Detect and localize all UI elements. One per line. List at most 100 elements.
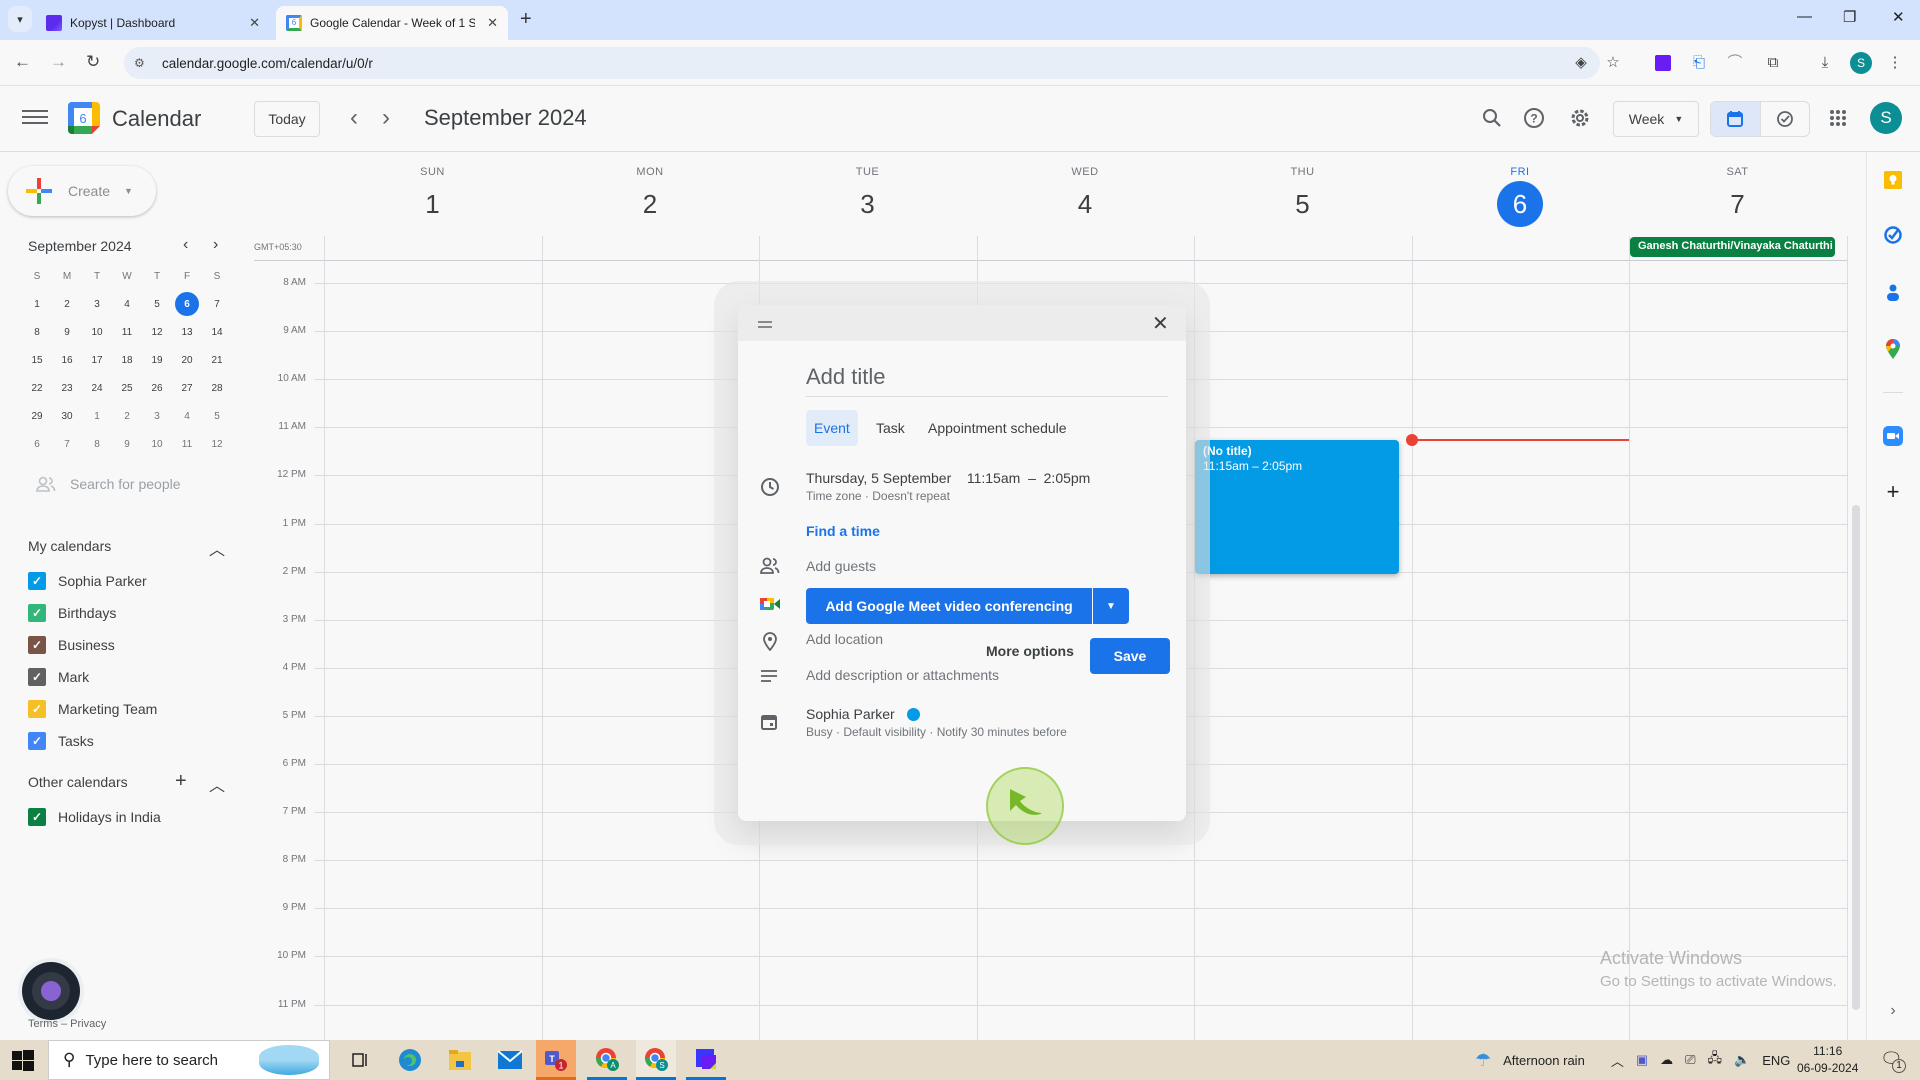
profile-avatar[interactable]: S <box>1850 52 1872 74</box>
extension-arc-icon[interactable]: ⌒ <box>1724 52 1746 74</box>
tasks-icon[interactable] <box>1882 224 1904 246</box>
day-number[interactable]: 3 <box>860 189 874 220</box>
close-dialog-icon[interactable]: ✕ <box>1152 311 1169 336</box>
calendar-item[interactable]: ✓ Mark <box>28 668 89 686</box>
address-bar[interactable]: ⚙ calendar.google.com/calendar/u/0/r <box>124 47 1600 79</box>
checkbox-checked-icon[interactable]: ✓ <box>28 808 46 826</box>
add-description-field[interactable]: Add description or attachments <box>806 667 999 683</box>
chrome-profile-a-icon[interactable]: A <box>587 1040 627 1080</box>
date-time-row[interactable]: Thursday, 5 September 11:15am – 2:05pm T… <box>806 470 1090 503</box>
restore-icon[interactable]: ❐ <box>1843 8 1856 26</box>
people-search[interactable]: Search for people <box>36 476 181 492</box>
help-icon[interactable]: ? <box>1520 104 1548 132</box>
kopyst-extension-icon[interactable] <box>1652 52 1674 74</box>
grid-scrollbar[interactable] <box>1852 505 1860 1010</box>
all-day-event-holiday[interactable]: Ganesh Chaturthi/Vinayaka Chaturthi <box>1630 237 1835 257</box>
zoom-icon[interactable] <box>1882 425 1904 447</box>
mini-day[interactable]: 2 <box>112 411 142 422</box>
day-number[interactable]: 6 <box>1497 181 1543 227</box>
onedrive-cloud-icon[interactable]: ☁ <box>1660 1052 1673 1068</box>
mini-day[interactable]: 6 <box>22 439 52 450</box>
back-icon[interactable]: ← <box>14 52 31 72</box>
account-avatar[interactable]: S <box>1870 102 1902 134</box>
mini-day[interactable]: 30 <box>52 411 82 422</box>
calendar-item[interactable]: ✓ Marketing Team <box>28 700 157 718</box>
windows-start-icon[interactable] <box>12 1050 34 1077</box>
calendar-owner-row[interactable]: Sophia Parker Busy · Default visibility … <box>806 706 1067 739</box>
timezone-repeat-text[interactable]: Time zone · Doesn't repeat <box>806 489 1090 503</box>
search-icon[interactable] <box>1478 104 1506 132</box>
taskbar-search-box[interactable]: ⚲ Type here to search <box>48 1040 330 1080</box>
checkbox-checked-icon[interactable]: ✓ <box>28 636 46 654</box>
my-calendars-heading[interactable]: My calendars <box>28 538 111 554</box>
task-view-icon[interactable] <box>340 1040 380 1080</box>
taskbar-clock[interactable]: 11:16 06-09-2024 <box>1797 1043 1858 1077</box>
calendar-item[interactable]: ✓ Sophia Parker <box>28 572 147 590</box>
checkbox-checked-icon[interactable]: ✓ <box>28 668 46 686</box>
browser-tab-kopyst[interactable]: Kopyst | Dashboard ✕ <box>36 6 270 40</box>
mini-prev-month-icon[interactable]: ‹ <box>183 236 188 254</box>
calendar-item[interactable]: ✓ Business <box>28 636 115 654</box>
mini-day[interactable]: 1 <box>22 299 52 310</box>
day-header-thu[interactable]: THU 5 <box>1194 166 1411 226</box>
checkbox-checked-icon[interactable]: ✓ <box>28 732 46 750</box>
mini-day[interactable]: 25 <box>112 383 142 394</box>
settings-gear-icon[interactable] <box>1566 104 1594 132</box>
close-tab-icon[interactable]: ✕ <box>487 15 498 31</box>
mini-day[interactable]: 1 <box>82 411 112 422</box>
google-apps-icon[interactable] <box>1824 104 1852 132</box>
mini-day[interactable]: 26 <box>142 383 172 394</box>
mini-day[interactable]: 15 <box>22 355 52 366</box>
mini-day[interactable]: 2 <box>52 299 82 310</box>
mini-day[interactable]: 5 <box>142 299 172 310</box>
kopyst-taskbar-icon[interactable] <box>686 1040 726 1080</box>
minimize-icon[interactable]: — <box>1797 8 1812 25</box>
calendar-item[interactable]: ✓ Holidays in India <box>28 808 161 826</box>
show-hidden-icons-chevron-icon[interactable]: ︿ <box>1611 1051 1624 1070</box>
mini-day[interactable]: 23 <box>52 383 82 394</box>
save-button[interactable]: Save <box>1090 638 1170 674</box>
mini-day[interactable]: 21 <box>202 355 232 366</box>
teams-tray-icon[interactable]: ▣ <box>1636 1052 1648 1068</box>
mini-day[interactable]: 11 <box>172 439 202 450</box>
day-number[interactable]: 2 <box>643 189 657 220</box>
day-header-wed[interactable]: WED 4 <box>977 166 1194 226</box>
collapse-other-calendars-icon[interactable]: ︿ <box>209 772 225 796</box>
tab-event[interactable]: Event <box>806 410 858 446</box>
expand-side-panel-icon[interactable]: › <box>1882 1000 1904 1022</box>
edge-icon[interactable] <box>390 1040 430 1080</box>
input-language[interactable]: ENG <box>1762 1053 1790 1068</box>
mini-day[interactable]: 8 <box>82 439 112 450</box>
contacts-icon[interactable] <box>1882 281 1904 303</box>
mini-day[interactable]: 9 <box>112 439 142 450</box>
mini-next-month-icon[interactable]: › <box>213 236 218 254</box>
volume-icon[interactable]: 🔈 <box>1734 1052 1750 1068</box>
mini-day[interactable]: 24 <box>82 383 112 394</box>
mini-day[interactable]: 3 <box>142 411 172 422</box>
mini-day[interactable]: 9 <box>52 327 82 338</box>
meet-now-icon[interactable]: ⎚ <box>1685 1052 1695 1068</box>
mini-day[interactable]: 18 <box>112 355 142 366</box>
day-number[interactable]: 1 <box>425 189 439 220</box>
mini-day[interactable]: 10 <box>142 439 172 450</box>
network-icon[interactable]: 🖧 <box>1708 1049 1723 1071</box>
mini-day[interactable]: 12 <box>142 327 172 338</box>
mail-icon[interactable] <box>490 1040 530 1080</box>
view-selector[interactable]: Week ▼ <box>1613 101 1699 137</box>
notifications-icon[interactable]: 🗨 1 <box>1880 1049 1906 1073</box>
browser-tab-calendar[interactable]: 6 Google Calendar - Week of 1 Se ✕ <box>276 6 508 40</box>
day-header-tue[interactable]: TUE 3 <box>759 166 976 226</box>
browser-menu-icon[interactable]: ⋮ <box>1884 52 1906 74</box>
day-header-sat[interactable]: SAT 7 <box>1629 166 1846 226</box>
file-explorer-icon[interactable] <box>440 1040 480 1080</box>
more-options-button[interactable]: More options <box>986 643 1074 659</box>
add-guests-field[interactable]: Add guests <box>806 558 876 574</box>
calendar-item[interactable]: ✓ Birthdays <box>28 604 116 622</box>
download-icon[interactable]: ⤓ <box>1814 52 1836 74</box>
maps-icon[interactable] <box>1882 338 1904 360</box>
main-menu-icon[interactable] <box>22 106 48 128</box>
mini-day[interactable]: 14 <box>202 327 232 338</box>
drag-handle-icon[interactable] <box>758 321 772 331</box>
mini-day[interactable]: 28 <box>202 383 232 394</box>
site-info-icon[interactable]: ⚙ <box>134 56 152 70</box>
